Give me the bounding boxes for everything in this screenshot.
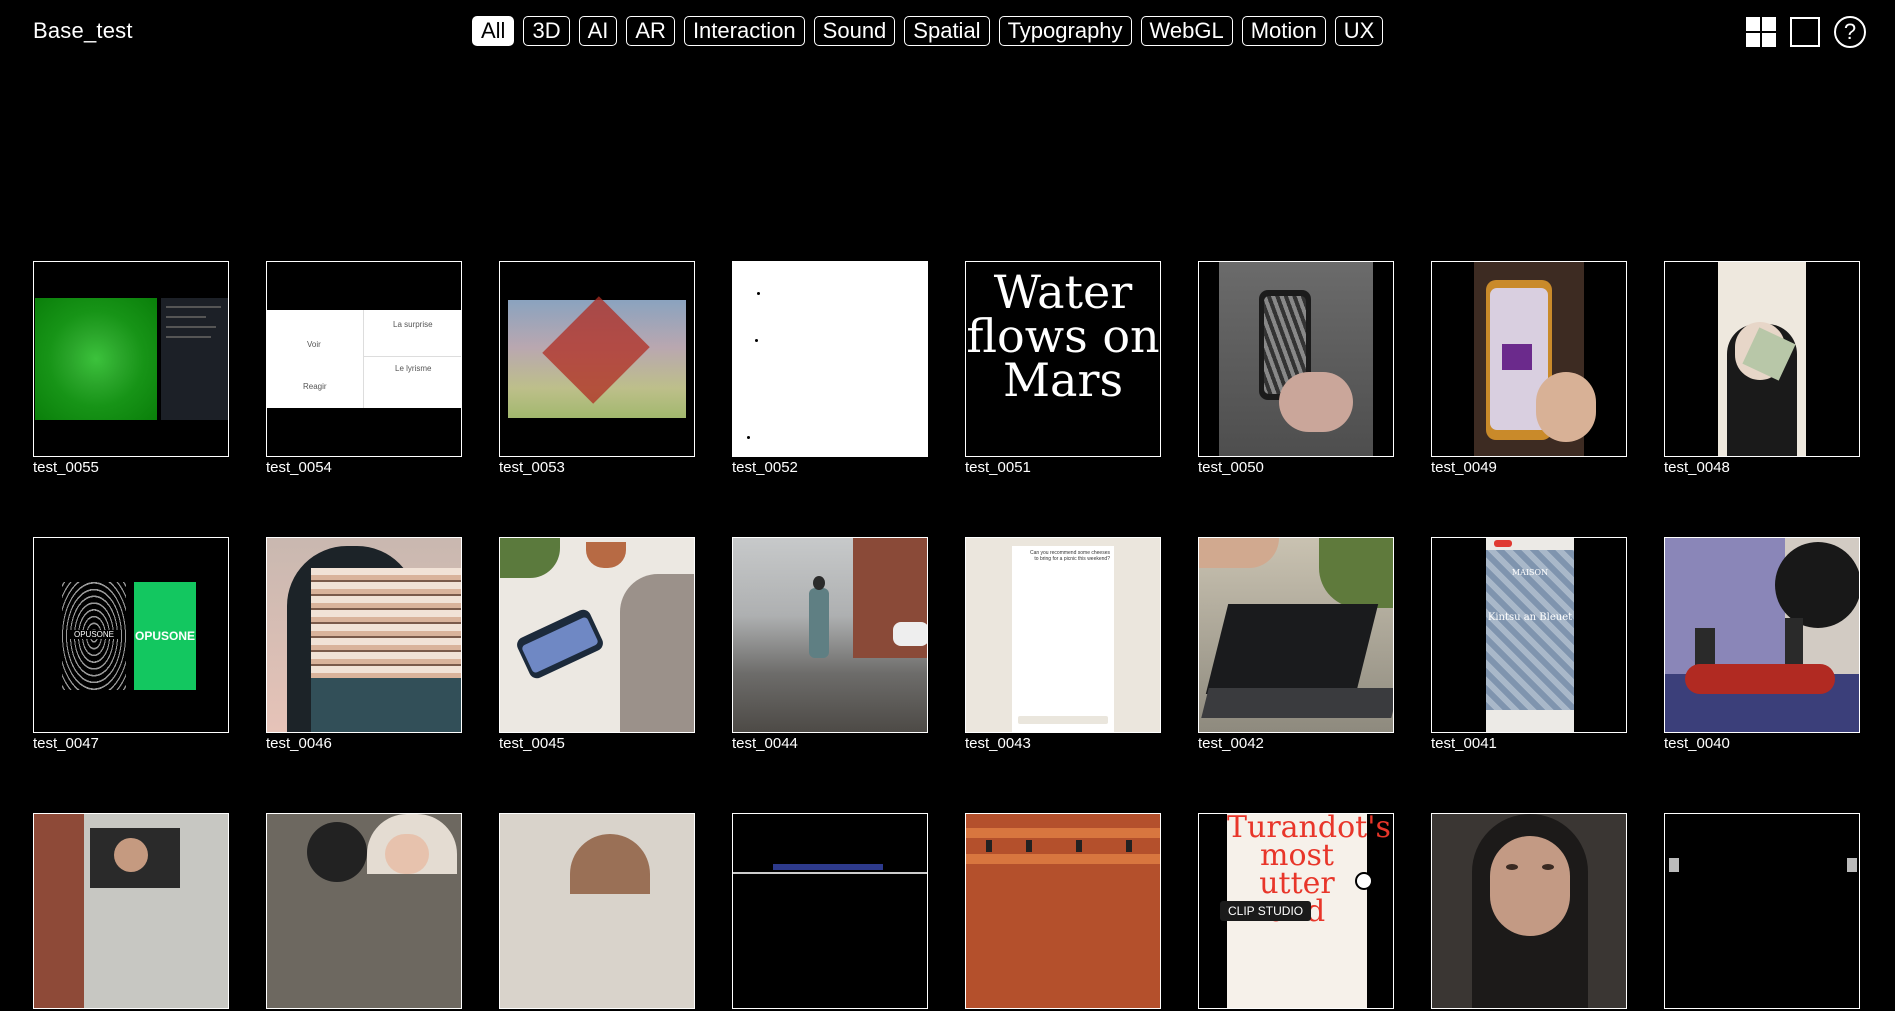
single-view-icon[interactable]: [1790, 17, 1820, 47]
filter-sound[interactable]: Sound: [813, 16, 896, 46]
project-thumbnail: [499, 813, 695, 1009]
project-card[interactable]: OPUSONE OPUSONE test_0047: [33, 537, 229, 753]
project-thumbnail: Water flows on Mars: [965, 261, 1161, 457]
project-title: test_0042: [1198, 735, 1264, 752]
filter-3d[interactable]: 3D: [523, 16, 570, 46]
project-card[interactable]: [499, 813, 695, 1011]
filter-ai[interactable]: AI: [578, 16, 618, 46]
project-thumbnail: [1664, 813, 1860, 1009]
project-title: test_0046: [266, 735, 332, 752]
project-card[interactable]: Water flows on Mars test_0051: [965, 261, 1161, 477]
project-card[interactable]: [965, 813, 1161, 1011]
project-title: test_0050: [1198, 459, 1264, 476]
project-card[interactable]: MAISON Kintsu an Bleuet test_0041: [1431, 537, 1627, 753]
filter-webgl[interactable]: WebGL: [1140, 16, 1233, 46]
filter-typography[interactable]: Typography: [998, 16, 1132, 46]
project-title: test_0040: [1664, 735, 1730, 752]
project-title: test_0044: [732, 735, 798, 752]
grid-view-icon[interactable]: [1746, 17, 1776, 47]
project-card[interactable]: test_0049: [1431, 261, 1627, 477]
project-gallery: test_0055 Voir La surprise Reagir Le lyr…: [33, 261, 1860, 1011]
project-title: test_0043: [965, 735, 1031, 752]
brand-title[interactable]: Base_test: [33, 18, 133, 44]
project-thumbnail: [732, 261, 928, 457]
project-card[interactable]: test_0055: [33, 261, 229, 477]
filter-motion[interactable]: Motion: [1241, 16, 1326, 46]
project-card[interactable]: test_0048: [1664, 261, 1860, 477]
project-card[interactable]: Voir La surprise Reagir Le lyrisme test_…: [266, 261, 462, 477]
filter-all[interactable]: All: [472, 16, 515, 46]
filter-ux[interactable]: UX: [1334, 16, 1384, 46]
category-filters: All 3D AI AR Interaction Sound Spatial T…: [472, 16, 1384, 46]
project-thumbnail: [1198, 261, 1394, 457]
help-icon[interactable]: ?: [1834, 16, 1866, 48]
project-thumbnail: [965, 813, 1161, 1009]
project-title: test_0045: [499, 735, 565, 752]
filter-spatial[interactable]: Spatial: [904, 16, 990, 46]
project-thumbnail: [732, 813, 928, 1009]
project-title: test_0054: [266, 459, 332, 476]
project-card[interactable]: [1431, 813, 1627, 1011]
project-card[interactable]: test_0046: [266, 537, 462, 753]
project-title: test_0048: [1664, 459, 1730, 476]
project-card[interactable]: Can you recommend some cheeses to bring …: [965, 537, 1161, 753]
project-thumbnail: [499, 537, 695, 733]
project-card[interactable]: test_0044: [732, 537, 928, 753]
project-thumbnail: [499, 261, 695, 457]
project-thumbnail: [33, 261, 229, 457]
project-title: test_0052: [732, 459, 798, 476]
project-thumbnail: Voir La surprise Reagir Le lyrisme: [266, 261, 462, 457]
view-controls: ?: [1746, 16, 1866, 48]
project-thumbnail: [266, 813, 462, 1009]
project-title: test_0055: [33, 459, 99, 476]
filter-ar[interactable]: AR: [626, 16, 675, 46]
project-title: test_0047: [33, 735, 99, 752]
project-thumbnail: MAISON Kintsu an Bleuet: [1431, 537, 1627, 733]
project-thumbnail: [33, 813, 229, 1009]
project-thumbnail: [266, 537, 462, 733]
project-card[interactable]: test_0053: [499, 261, 695, 477]
project-card[interactable]: [1664, 813, 1860, 1011]
project-card[interactable]: test_0050: [1198, 261, 1394, 477]
project-thumbnail: [1664, 537, 1860, 733]
project-card[interactable]: [33, 813, 229, 1011]
project-card[interactable]: test_0052: [732, 261, 928, 477]
project-thumbnail: [1431, 813, 1627, 1009]
project-card[interactable]: test_0042: [1198, 537, 1394, 753]
project-thumbnail: [732, 537, 928, 733]
project-title: test_0049: [1431, 459, 1497, 476]
project-card[interactable]: [732, 813, 928, 1011]
hover-tooltip: CLIP STUDIO: [1220, 901, 1312, 921]
project-thumbnail: OPUSONE OPUSONE: [33, 537, 229, 733]
project-title: test_0053: [499, 459, 565, 476]
project-thumbnail: [1431, 261, 1627, 457]
project-title: test_0051: [965, 459, 1031, 476]
project-card[interactable]: test_0040: [1664, 537, 1860, 753]
project-card[interactable]: [266, 813, 462, 1011]
filter-interaction[interactable]: Interaction: [683, 16, 805, 46]
project-thumbnail: [1198, 537, 1394, 733]
project-thumbnail: Can you recommend some cheeses to bring …: [965, 537, 1161, 733]
project-card[interactable]: test_0045: [499, 537, 695, 753]
project-title: test_0041: [1431, 735, 1497, 752]
project-thumbnail: [1664, 261, 1860, 457]
